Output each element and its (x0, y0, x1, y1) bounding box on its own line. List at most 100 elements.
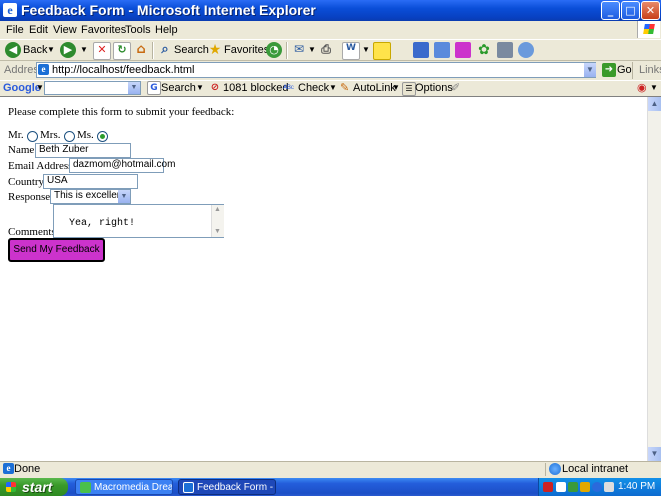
title-mr-label: Mr. (8, 129, 24, 141)
search-button[interactable]: Search (174, 40, 209, 60)
dreamweaver-icon (80, 482, 91, 493)
home-icon[interactable]: ⌂ (133, 42, 149, 58)
page-status-icon: e (3, 463, 14, 474)
google-search-dropdown-icon[interactable]: ▼ (128, 82, 140, 94)
popup-blocker-icon[interactable]: ⊘ (209, 82, 221, 94)
form-intro: Please complete this form to submit your… (8, 106, 235, 118)
pencil-icon[interactable]: ✐ (451, 80, 460, 96)
discuss-icon[interactable] (373, 42, 391, 60)
address-url[interactable]: http://localhost/feedback.html (52, 62, 194, 78)
spellcheck-icon[interactable]: ᴬᴮᶜ (283, 80, 294, 96)
ie-app-icon: e (3, 3, 17, 17)
maximize-button[interactable]: □ (621, 1, 640, 20)
clover-icon[interactable]: ✿ (476, 42, 492, 58)
email-input[interactable]: dazmom@hotmail.com (69, 158, 175, 173)
tray-mail-icon[interactable] (556, 482, 566, 492)
address-dropdown-icon[interactable]: ▼ (584, 63, 596, 77)
comments-text: Yea, right! (69, 218, 136, 229)
country-label: Country: (8, 176, 48, 188)
research-icon[interactable] (434, 42, 450, 58)
menu-help[interactable]: Help (151, 21, 182, 39)
close-button[interactable]: ✕ (641, 1, 660, 20)
toolbar-separator (152, 42, 154, 59)
scroll-down-icon[interactable]: ▼ (648, 447, 661, 461)
options-button[interactable]: Options (415, 80, 453, 96)
toolbar-extra-dropdown-icon[interactable]: ▼ (650, 80, 658, 96)
scroll-up-icon[interactable]: ▲ (648, 97, 661, 111)
name-label: Name: (8, 144, 38, 156)
vertical-scrollbar[interactable] (647, 97, 661, 461)
back-dropdown-icon[interactable]: ▼ (47, 40, 55, 60)
history-icon[interactable]: ◔ (266, 42, 282, 58)
go-button[interactable]: Go (617, 62, 632, 79)
email-label: Email Address: (8, 160, 76, 172)
intranet-zone-icon (549, 463, 561, 475)
title-ms-radio[interactable] (97, 131, 108, 142)
comments-textarea[interactable]: Yea, right! (53, 204, 224, 238)
autolink-dropdown-icon[interactable]: ▼ (392, 80, 400, 96)
status-divider (545, 463, 546, 476)
tray-help-icon[interactable] (592, 482, 602, 492)
search-icon[interactable]: ⌕ (157, 42, 173, 58)
title-mrs-radio[interactable] (64, 131, 75, 142)
country-input[interactable]: USA (43, 174, 138, 189)
tray-network-icon[interactable] (568, 482, 578, 492)
autolink-icon[interactable]: ✎ (340, 80, 349, 96)
back-arrow-icon[interactable]: ◀ (5, 42, 21, 58)
title-ms-label: Ms. (77, 129, 94, 141)
page-icon: e (38, 64, 49, 75)
autolink-button[interactable]: AutoLink (353, 80, 396, 96)
google-search-input[interactable] (44, 81, 141, 95)
tray-antivirus-icon[interactable] (543, 482, 553, 492)
google-menu-dropdown-icon[interactable]: ▼ (36, 80, 44, 96)
google-search-button[interactable]: Search (161, 80, 196, 96)
menu-file[interactable]: File (2, 21, 28, 39)
check-button[interactable]: Check (298, 80, 329, 96)
edit-dropdown-icon[interactable]: ▼ (362, 40, 370, 60)
mail-dropdown-icon[interactable]: ▼ (308, 40, 316, 60)
title-mr-radio[interactable] (27, 131, 38, 142)
comments-scroll-up-icon[interactable]: ▲ (212, 205, 223, 215)
status-text: Done (14, 463, 41, 475)
taskbar-clock[interactable]: 1:40 PM (618, 478, 655, 496)
windows-flag-icon (6, 482, 16, 492)
refresh-icon[interactable]: ↻ (113, 42, 131, 60)
people-icon[interactable] (518, 42, 534, 58)
google-search-dropdown-arrow-icon[interactable]: ▼ (196, 80, 204, 96)
tray-messenger-icon[interactable] (580, 482, 590, 492)
send-feedback-button[interactable]: Send My Feedback (8, 238, 105, 262)
messenger-icon[interactable] (413, 42, 429, 58)
ie-taskbar-icon (183, 482, 194, 493)
favorites-star-icon[interactable]: ★ (207, 42, 223, 58)
minimize-button[interactable]: _ (601, 1, 620, 20)
options-icon[interactable]: ☰ (402, 82, 416, 96)
yahoo-icon[interactable] (455, 42, 471, 58)
forward-dropdown-icon[interactable]: ▼ (80, 40, 88, 60)
comments-label: Comments: (8, 226, 59, 238)
back-button[interactable]: Back (23, 40, 47, 60)
toolbar-separator (286, 42, 288, 59)
links-button[interactable]: Links (632, 62, 661, 79)
mail-icon[interactable]: ✉ (291, 42, 307, 58)
stop-icon[interactable]: ✕ (93, 42, 111, 60)
tools-icon[interactable] (497, 42, 513, 58)
print-icon[interactable]: ⎙ (318, 42, 334, 58)
google-search-icon[interactable]: G (147, 81, 161, 95)
popup-blocked-count[interactable]: 1081 blocked (223, 80, 288, 96)
menu-tools[interactable]: Tools (121, 21, 155, 39)
toolbar-extra-icon[interactable]: ◉ (637, 80, 647, 96)
response-label: Response: (8, 191, 54, 203)
name-input[interactable]: Beth Zuber (35, 143, 131, 158)
security-zone: Local intranet (562, 463, 629, 475)
comments-scroll-down-icon[interactable]: ▼ (212, 227, 223, 237)
menu-view[interactable]: View (49, 21, 81, 39)
tray-volume-icon[interactable] (604, 482, 614, 492)
menu-edit[interactable]: Edit (25, 21, 52, 39)
check-dropdown-icon[interactable]: ▼ (329, 80, 337, 96)
response-dropdown-icon[interactable]: ▼ (118, 190, 130, 203)
favorites-button[interactable]: Favorites (224, 40, 269, 60)
go-arrow-icon[interactable]: ➜ (602, 63, 616, 77)
forward-arrow-icon[interactable]: ▶ (60, 42, 76, 58)
edit-word-icon[interactable]: W (342, 42, 360, 60)
windows-logo-icon (637, 21, 660, 38)
